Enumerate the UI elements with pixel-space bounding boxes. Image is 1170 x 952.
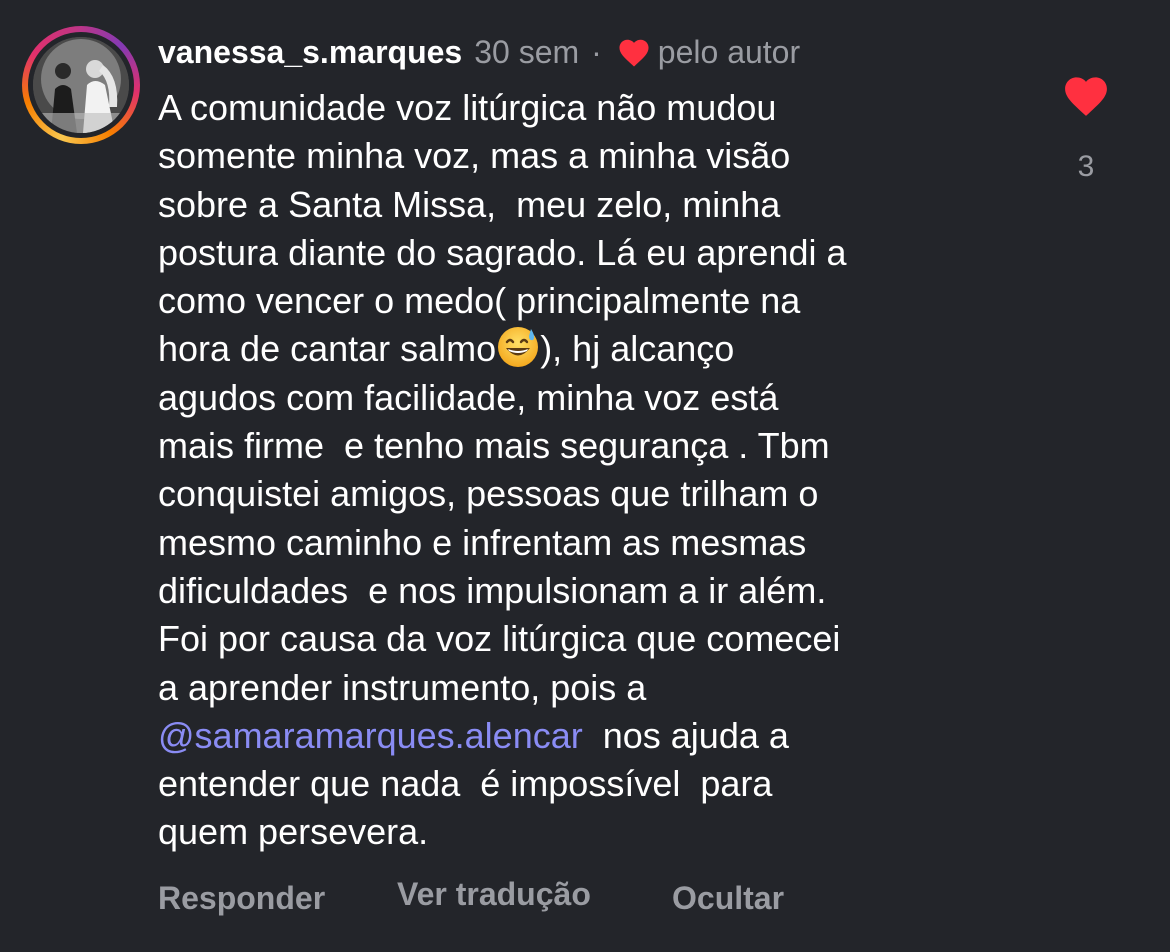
heart-icon[interactable]: [1060, 72, 1112, 118]
comment-actions: Responder Ver tradução Ocultar: [0, 874, 1170, 924]
comment-text-segment: nos ajuda a: [582, 714, 789, 756]
heart-icon: [616, 36, 652, 68]
comment-line: dificuldades e nos impulsionam a ir além…: [158, 569, 827, 611]
translate-button[interactable]: Ver tradução: [397, 876, 591, 913]
username[interactable]: vanessa_s.marques: [158, 34, 462, 71]
comment-line: sobre a Santa Missa, meu zelo, minha: [158, 183, 781, 225]
comment-time: 30 sem: [474, 33, 580, 70]
comment-line: mesmo caminho e infrentam as mesmas: [158, 521, 807, 563]
comment-line: mais firme e tenho mais segurança . Tbm: [158, 425, 830, 467]
comment-line: quem persevera.: [158, 811, 429, 853]
comment-line: conquistei amigos, pessoas que trilham o: [158, 473, 819, 515]
hide-button[interactable]: Ocultar: [672, 880, 784, 917]
comment-line: Foi por causa da voz litúrgica que comec…: [158, 618, 841, 660]
comment-line: a aprender instrumento, pois a: [158, 666, 647, 708]
comment-line: somente minha voz, mas a minha visão: [158, 135, 791, 177]
liked-by-author-label: pelo autor: [657, 33, 801, 70]
comment-text-segment: hora de cantar salmo: [158, 328, 497, 370]
comment-line-with-emoji: hora de cantar salmo ), hj alcanço: [158, 325, 1038, 373]
user-mention-link[interactable]: @samaramarques.alencar: [158, 715, 583, 756]
comment-text: A comunidade voz litúrgica não mudou som…: [158, 84, 1038, 857]
comment-line: entender que nada é impossível para: [158, 763, 773, 805]
comment-line: agudos com facilidade, minha voz está: [158, 376, 779, 418]
story-ring[interactable]: [22, 26, 140, 144]
like-count[interactable]: 3: [1060, 150, 1112, 184]
comment-header: vanessa_s.marques 30 sem · pelo autor: [158, 30, 800, 74]
comment-line: A comunidade voz litúrgica não mudou: [158, 87, 777, 128]
separator-dot: ·: [591, 33, 602, 70]
comment-line: postura diante do sagrado. Lá eu aprendi…: [158, 231, 847, 273]
reply-button[interactable]: Responder: [158, 880, 325, 917]
avatar[interactable]: [33, 37, 129, 133]
comment-text-segment: ), hj alcanço: [540, 328, 735, 370]
comment-line: como vencer o medo( principalmente na: [158, 280, 801, 322]
grinning-face-with-sweat-emoji-icon: [496, 325, 540, 369]
comment-line-with-mention: @samaramarques.alencar nos ajuda a: [158, 712, 1038, 760]
